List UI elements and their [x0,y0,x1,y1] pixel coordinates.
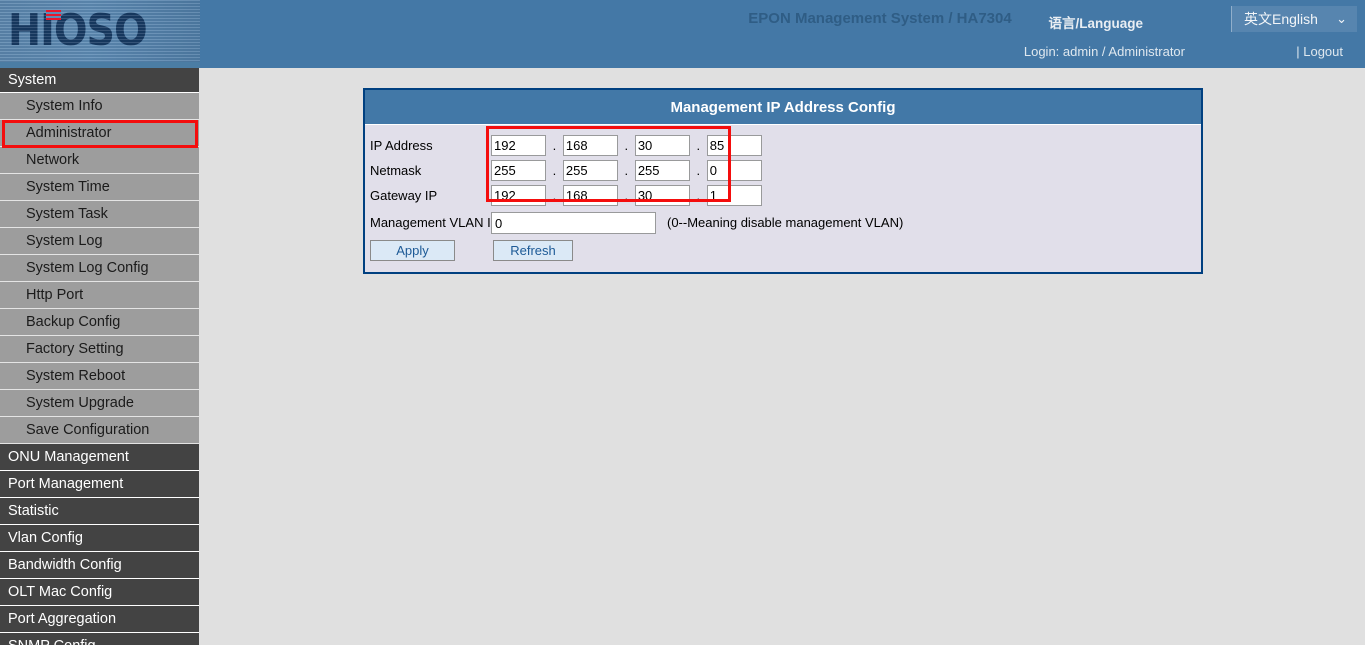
sidebar-group-vlan-config[interactable]: Vlan Config [0,525,199,552]
octet-separator: . [550,188,558,203]
logout-link[interactable]: Logout [1303,44,1343,59]
gateway-ip-octet-3[interactable] [635,185,690,206]
form-row-netmask: Netmask . . . [365,158,1201,183]
sidebar-item-factory-setting[interactable]: Factory Setting [0,336,199,363]
octet-separator: . [550,138,558,153]
form-row-ip-address: IP Address . . . [365,133,1201,158]
label-gateway-ip: Gateway IP [370,183,437,208]
gateway-ip-octet-2[interactable] [563,185,618,206]
panel-title: Management IP Address Config [365,90,1201,125]
sidebar-group-bandwidth-config[interactable]: Bandwidth Config [0,552,199,579]
chevron-down-icon: ⌄ [1336,6,1347,32]
octet-separator: . [622,163,630,178]
ip-address-octet-4[interactable] [707,135,762,156]
octet-separator: . [550,163,558,178]
login-info: Login: admin / Administrator [1024,44,1185,59]
octet-separator: . [622,138,630,153]
sidebar-group-onu-management[interactable]: ONU Management [0,444,199,471]
sidebar-item-save-configuration[interactable]: Save Configuration [0,417,199,444]
sidebar-group-system[interactable]: System [0,68,199,93]
gateway-ip-octet-1[interactable] [491,185,546,206]
sidebar-item-http-port[interactable]: Http Port [0,282,199,309]
content-area: Management IP Address Config IP Address … [199,68,1365,645]
ip-address-octet-2[interactable] [563,135,618,156]
netmask-octet-2[interactable] [563,160,618,181]
management-ip-panel: Management IP Address Config IP Address … [363,88,1203,274]
octet-separator: . [694,138,702,153]
sidebar-group-statistic[interactable]: Statistic [0,498,199,525]
netmask-octet-1[interactable] [491,160,546,181]
netmask-octet-4[interactable] [707,160,762,181]
sidebar-item-system-info[interactable]: System Info [0,93,199,120]
sidebar-item-administrator[interactable]: Administrator [0,120,199,147]
page-header: HIOSO EPON Management System / HA7304 语言… [0,0,1365,68]
management-vlan-id-input[interactable] [491,212,656,234]
sidebar-item-system-upgrade[interactable]: System Upgrade [0,390,199,417]
netmask-octet-3[interactable] [635,160,690,181]
management-vlan-id-hint: (0--Meaning disable management VLAN) [667,210,903,236]
octet-separator: . [694,163,702,178]
ip-address-octets: . . . [491,135,762,156]
sidebar-group-port-aggregation[interactable]: Port Aggregation [0,606,199,633]
panel-button-row: Apply Refresh [365,240,1201,266]
panel-body: IP Address . . . Netmask . [365,125,1201,272]
gateway-ip-octet-4[interactable] [707,185,762,206]
logo-accent-bars-icon [46,10,61,20]
gateway-ip-octets: . . . [491,185,762,206]
sidebar-item-system-log-config[interactable]: System Log Config [0,255,199,282]
page-title: EPON Management System / HA7304 [700,10,1060,27]
netmask-octets: . . . [491,160,762,181]
label-management-vlan-id: Management VLAN ID [370,210,500,235]
label-netmask: Netmask [370,158,421,183]
ip-address-octet-1[interactable] [491,135,546,156]
sidebar-item-system-reboot[interactable]: System Reboot [0,363,199,390]
ip-address-octet-3[interactable] [635,135,690,156]
language-label: 语言/Language [1048,12,1143,32]
sidebar-item-network[interactable]: Network [0,147,199,174]
form-row-gateway-ip: Gateway IP . . . [365,183,1201,208]
sidebar-group-port-management[interactable]: Port Management [0,471,199,498]
logo-wordmark: HIOSO [8,6,147,56]
sidebar-item-system-log[interactable]: System Log [0,228,199,255]
form-row-management-vlan-id: Management VLAN ID (0--Meaning disable m… [365,210,1201,238]
logout-area: | Logout [1296,44,1343,59]
refresh-button[interactable]: Refresh [493,240,573,261]
sidebar-item-system-task[interactable]: System Task [0,201,199,228]
apply-button[interactable]: Apply [370,240,455,261]
sidebar-nav: System System Info Administrator Network… [0,68,199,645]
brand-logo[interactable]: HIOSO [0,0,200,62]
label-ip-address: IP Address [370,133,433,158]
sidebar-group-olt-mac-config[interactable]: OLT Mac Config [0,579,199,606]
sidebar-group-snmp-config[interactable]: SNMP Config [0,633,199,645]
language-select[interactable]: 英文English ⌄ [1231,6,1357,32]
sidebar-item-backup-config[interactable]: Backup Config [0,309,199,336]
octet-separator: . [622,188,630,203]
language-select-value: 英文English [1244,11,1318,27]
octet-separator: . [694,188,702,203]
sidebar-item-system-time[interactable]: System Time [0,174,199,201]
